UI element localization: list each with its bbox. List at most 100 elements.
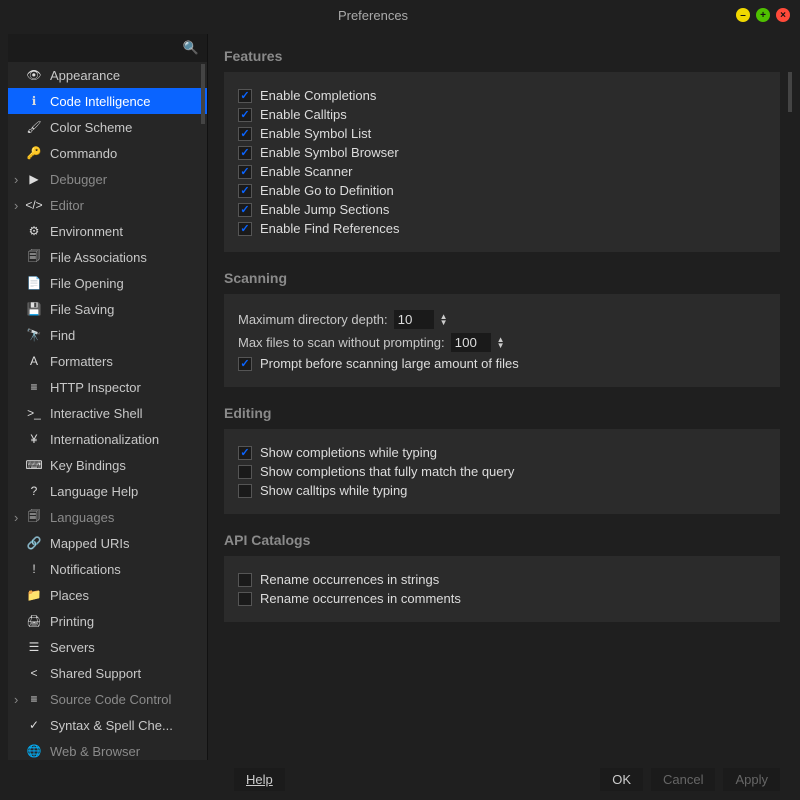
sidebar-item-shared-support[interactable]: <Shared Support	[8, 660, 207, 686]
sidebar-item-web-browser[interactable]: 🌐Web & Browser	[8, 738, 207, 760]
cancel-button[interactable]: Cancel	[651, 768, 715, 791]
sidebar-item-label: Code Intelligence	[50, 94, 150, 109]
sidebar-item-label: Key Bindings	[50, 458, 126, 473]
maximize-button[interactable]: +	[756, 8, 770, 22]
editing-heading: Editing	[224, 405, 780, 421]
term-icon: >_	[26, 406, 42, 420]
feature-label: Enable Scanner	[260, 164, 353, 179]
sidebar-item-label: Source Code Control	[50, 692, 171, 707]
sidebar-item-language-help[interactable]: ?Language Help	[8, 478, 207, 504]
sidebar-item-commando[interactable]: 🔑Commando	[8, 140, 207, 166]
sidebar-item-printing[interactable]: 🖨Printing	[8, 608, 207, 634]
feature-label: Enable Symbol List	[260, 126, 371, 141]
lang-icon: 🗐	[26, 507, 42, 528]
feature-checkbox[interactable]	[238, 127, 252, 141]
main-panel: Features Enable Completions Enable Callti…	[208, 30, 800, 764]
feature-label: Enable Calltips	[260, 107, 347, 122]
brush-icon: 🖌	[26, 120, 42, 134]
sidebar-item-places[interactable]: 📁Places	[8, 582, 207, 608]
eye-icon: 👁	[26, 68, 42, 82]
sidebar-item-appearance[interactable]: 👁Appearance	[8, 62, 207, 88]
max-depth-input[interactable]	[394, 310, 434, 329]
search-bar[interactable]: 🔍	[8, 34, 207, 62]
sidebar-item-internationalization[interactable]: ¥Internationalization	[8, 426, 207, 452]
share-icon: <	[26, 666, 42, 680]
binoc-icon: 🔭	[26, 328, 42, 342]
api-checkbox[interactable]	[238, 592, 252, 606]
feature-checkbox[interactable]	[238, 108, 252, 122]
editing-checkbox[interactable]	[238, 446, 252, 460]
sidebar-item-color-scheme[interactable]: 🖌Color Scheme	[8, 114, 207, 140]
max-files-label: Max files to scan without prompting:	[238, 335, 445, 350]
feature-label: Enable Jump Sections	[260, 202, 389, 217]
link-icon: 🔗	[26, 536, 42, 550]
max-files-spinner[interactable]: ▲▼	[497, 337, 505, 349]
A-icon: A	[26, 354, 42, 368]
feature-label: Enable Symbol Browser	[260, 145, 399, 160]
sidebar-item-find[interactable]: 🔭 Find	[8, 322, 207, 348]
feature-row: Enable Jump Sections	[238, 202, 766, 217]
help-button[interactable]: Help	[234, 768, 285, 791]
search-input[interactable]	[6, 41, 183, 56]
feature-checkbox[interactable]	[238, 222, 252, 236]
sidebar-item-formatters[interactable]: AFormatters	[8, 348, 207, 374]
sidebar-item-file-opening[interactable]: 📄 File Opening	[8, 270, 207, 296]
sidebar-item-syntax-spell-che-[interactable]: ✓Syntax & Spell Che...	[8, 712, 207, 738]
code-icon: </>	[26, 198, 42, 212]
max-depth-label: Maximum directory depth:	[238, 312, 388, 327]
max-files-input[interactable]	[451, 333, 491, 352]
ok-button[interactable]: OK	[600, 768, 643, 791]
sidebar-item-label: Places	[50, 588, 89, 603]
feature-checkbox[interactable]	[238, 184, 252, 198]
close-button[interactable]: ×	[776, 8, 790, 22]
help-icon: ?	[26, 484, 42, 498]
editing-row: Show completions that fully match the qu…	[238, 464, 766, 479]
sidebar-item-label: Mapped URIs	[50, 536, 129, 551]
feature-row: Enable Completions	[238, 88, 766, 103]
feature-row: Enable Calltips	[238, 107, 766, 122]
titlebar: Preferences – + ×	[0, 0, 800, 30]
yen-icon: ¥	[26, 432, 42, 446]
http-icon: ≡	[26, 380, 42, 394]
feature-checkbox[interactable]	[238, 203, 252, 217]
feature-checkbox[interactable]	[238, 146, 252, 160]
sidebar-item-file-saving[interactable]: 💾File Saving	[8, 296, 207, 322]
apply-button[interactable]: Apply	[723, 768, 780, 791]
prompt-checkbox[interactable]	[238, 357, 252, 371]
sidebar-item-label: File Opening	[50, 276, 124, 291]
sidebar-item-editor[interactable]: </> Editor	[8, 192, 207, 218]
main-scrollbar[interactable]	[788, 72, 792, 112]
max-depth-spinner[interactable]: ▲▼	[440, 314, 448, 326]
sidebar-item-label: Printing	[50, 614, 94, 629]
editing-row: Show completions while typing	[238, 445, 766, 460]
globe-icon: 🌐	[26, 744, 42, 758]
feature-checkbox[interactable]	[238, 165, 252, 179]
info-icon: ℹ	[26, 94, 42, 108]
api-row: Rename occurrences in strings	[238, 572, 766, 587]
gear-icon: ⚙	[26, 224, 42, 238]
sidebar-item-interactive-shell[interactable]: >_Interactive Shell	[8, 400, 207, 426]
editing-checkbox[interactable]	[238, 484, 252, 498]
minimize-button[interactable]: –	[736, 8, 750, 22]
sidebar-item-code-intelligence[interactable]: ℹ Code Intelligence	[8, 88, 207, 114]
sidebar-item-environment[interactable]: ⚙Environment	[8, 218, 207, 244]
sidebar-item-debugger[interactable]: ▶Debugger	[8, 166, 207, 192]
doc-icon: 📄	[26, 276, 42, 290]
sidebar-item-notifications[interactable]: !Notifications	[8, 556, 207, 582]
sidebar-item-servers[interactable]: ☰Servers	[8, 634, 207, 660]
sidebar-item-label: Find	[50, 328, 75, 343]
sidebar-scrollbar[interactable]	[201, 64, 205, 124]
editing-checkbox[interactable]	[238, 465, 252, 479]
feature-label: Enable Find References	[260, 221, 399, 236]
feature-checkbox[interactable]	[238, 89, 252, 103]
sidebar-item-languages[interactable]: 🗐Languages	[8, 504, 207, 530]
sidebar-item-source-code-control[interactable]: ≡Source Code Control	[8, 686, 207, 712]
sidebar-item-mapped-uris[interactable]: 🔗 Mapped URIs	[8, 530, 207, 556]
features-heading: Features	[224, 48, 780, 64]
sidebar-item-http-inspector[interactable]: ≡HTTP Inspector	[8, 374, 207, 400]
sidebar-item-file-associations[interactable]: 🗐File Associations	[8, 244, 207, 270]
scanning-box: Maximum directory depth: ▲▼ Max files to…	[224, 294, 780, 387]
sidebar-item-label: Editor	[50, 198, 84, 213]
sidebar-item-key-bindings[interactable]: ⌨Key Bindings	[8, 452, 207, 478]
api-checkbox[interactable]	[238, 573, 252, 587]
